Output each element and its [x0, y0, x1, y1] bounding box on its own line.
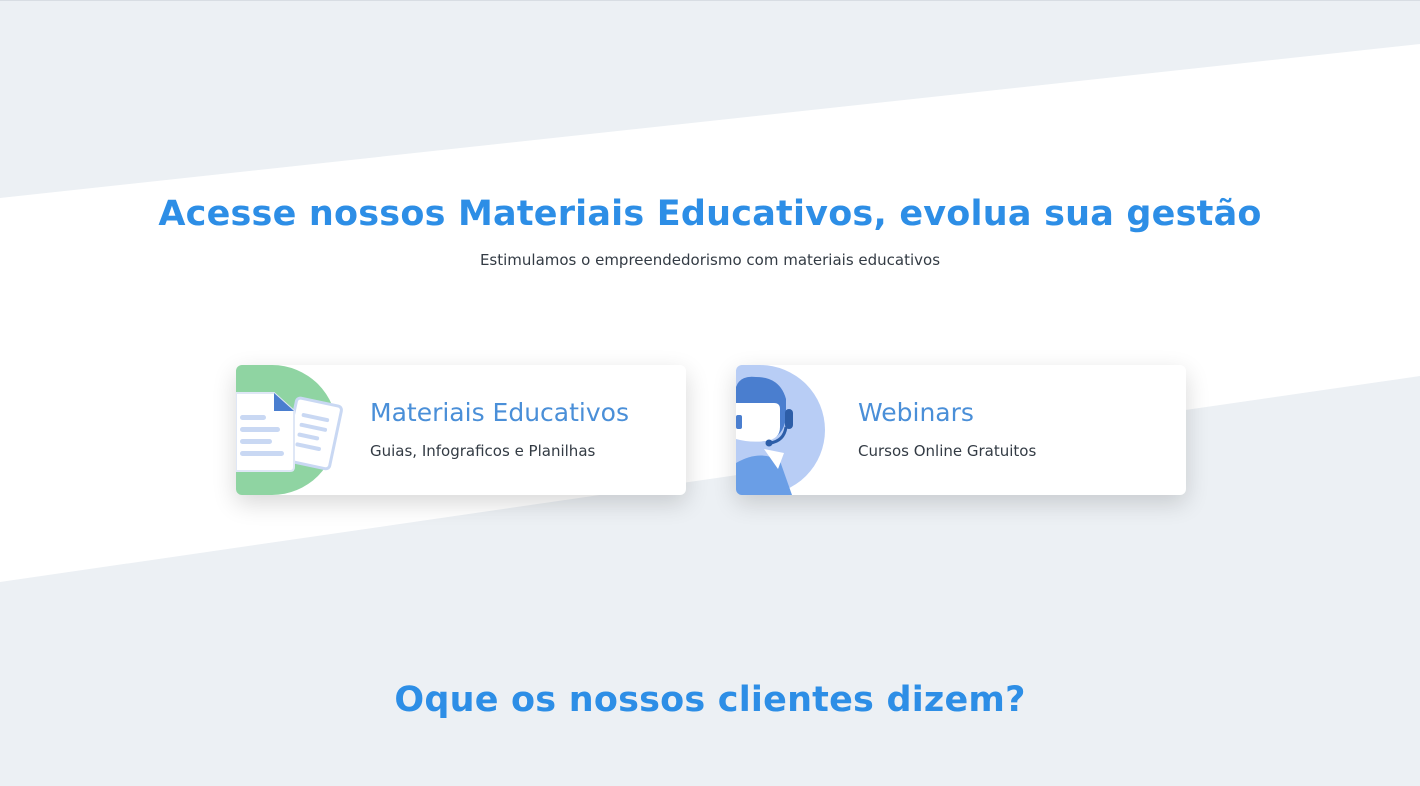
card-description: Guias, Infograficos e Planilhas	[370, 442, 596, 460]
education-subtitle: Estimulamos o empreendedorismo com mater…	[479, 251, 941, 269]
education-heading: Acesse nossos Materiais Educativos, evol…	[158, 194, 1262, 234]
card-title: Materiais Educativos	[370, 398, 629, 427]
card-description: Cursos Online Gratuitos	[858, 442, 1037, 460]
testimonials-heading: Oque os nossos clientes dizem?	[394, 680, 1026, 720]
documents-icon	[236, 365, 343, 495]
educational-materials-card[interactable]: Materiais Educativos Guias, Infograficos…	[236, 365, 686, 495]
diagonal-background	[0, 0, 1420, 786]
support-agent-icon	[736, 365, 825, 495]
webinars-card[interactable]: Webinars Cursos Online Gratuitos	[736, 365, 1186, 495]
card-title: Webinars	[858, 398, 974, 427]
top-border	[0, 0, 1420, 1]
